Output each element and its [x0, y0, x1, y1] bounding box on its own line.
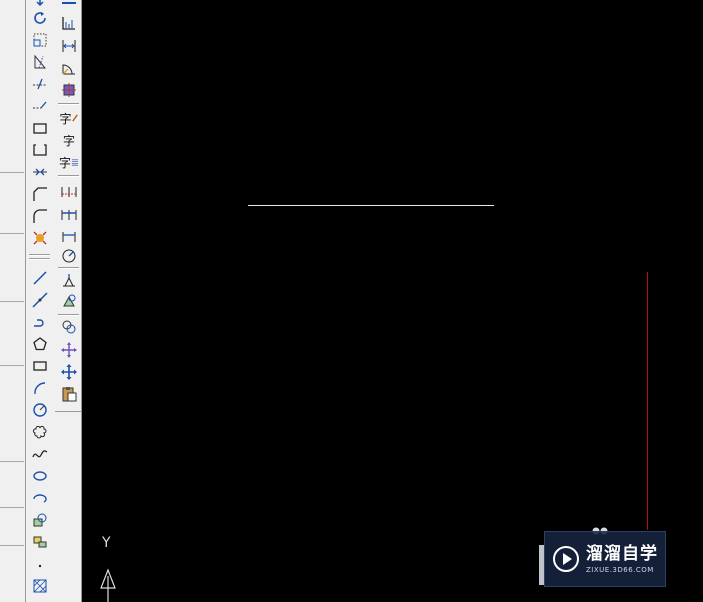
rectangle-icon[interactable] [29, 356, 51, 376]
arc-length-icon[interactable] [58, 59, 80, 79]
dimension-edit-icon[interactable] [58, 270, 80, 290]
aligned-dimension-icon[interactable] [58, 36, 80, 56]
ordinate-dimension-icon[interactable] [58, 13, 80, 33]
trim-icon[interactable] [29, 74, 51, 94]
polyline-icon[interactable] [29, 312, 51, 332]
copy-icon[interactable] [58, 317, 80, 337]
watermark-text: 溜溜自学 ZIXUE.3D66.COM [586, 544, 658, 574]
modify-draw-toolbar [26, 0, 56, 602]
dimension-update-icon[interactable] [58, 291, 80, 311]
chamfer-icon[interactable] [29, 184, 51, 204]
line-icon[interactable] [29, 268, 51, 288]
panel-divider [0, 461, 24, 462]
construction-line-icon[interactable] [29, 290, 51, 310]
watermark-badge: 溜溜自学 ZIXUE.3D66.COM [544, 531, 666, 587]
text-glyph: 字 [62, 133, 75, 148]
panel-divider [0, 301, 24, 302]
panel-divider [0, 233, 24, 234]
dimension-toolbar: 字 字 字 [55, 0, 82, 412]
break-at-point-icon[interactable] [29, 118, 51, 138]
watermark-title: 溜溜自学 [586, 544, 658, 564]
fillet-icon[interactable] [29, 206, 51, 226]
ucs-icon [100, 568, 116, 602]
spline-icon[interactable] [29, 444, 51, 464]
panel-divider [0, 507, 24, 508]
toolbar-separator [58, 103, 79, 105]
revision-cloud-icon[interactable] [29, 422, 51, 442]
linear-dimension-icon[interactable] [58, 0, 80, 10]
radius-dimension-icon[interactable] [58, 246, 80, 266]
toolbar-separator [29, 254, 50, 256]
paste-icon[interactable] [58, 384, 80, 404]
text-style-icon[interactable]: 字 [58, 130, 80, 150]
continue-dimension-icon[interactable] [58, 204, 80, 224]
ellipse-arc-icon[interactable] [29, 488, 51, 508]
rotate-icon[interactable] [29, 8, 51, 28]
drawn-line[interactable] [248, 205, 494, 206]
play-logo-icon [553, 546, 579, 572]
text-edit-icon[interactable]: 字 [58, 108, 80, 128]
ellipse-icon[interactable] [29, 466, 51, 486]
multiline-text-icon[interactable]: 字 [58, 152, 80, 172]
make-block-icon[interactable] [29, 532, 51, 552]
left-side-panel [0, 0, 26, 602]
panel-divider [0, 365, 24, 366]
toolbar-separator [58, 314, 79, 316]
pan-icon[interactable] [58, 362, 80, 382]
panel-divider [0, 545, 24, 546]
extend-icon[interactable] [29, 96, 51, 116]
move-arrows-icon[interactable] [58, 340, 80, 360]
break-icon[interactable] [29, 140, 51, 160]
stretch-icon[interactable] [29, 52, 51, 72]
polygon-icon[interactable] [29, 334, 51, 354]
hatch-icon[interactable] [29, 576, 51, 596]
center-mark-icon[interactable] [58, 80, 80, 100]
baseline-dimension-icon[interactable] [58, 181, 80, 201]
toolbar-separator [29, 258, 50, 260]
join-icon[interactable] [29, 162, 51, 182]
scale-icon[interactable] [29, 30, 51, 50]
ucs-y-label: Y [102, 535, 111, 551]
point-icon[interactable] [29, 554, 51, 574]
circle-icon[interactable] [29, 400, 51, 420]
panel-divider [0, 172, 24, 173]
toolbar-separator [58, 175, 79, 177]
arc-icon[interactable] [29, 378, 51, 398]
toolbar-filler [55, 412, 82, 602]
text-glyph: 字 [58, 155, 71, 170]
quick-dimension-icon[interactable] [58, 226, 80, 246]
red-drawn-line[interactable] [647, 272, 648, 530]
explode-icon[interactable] [29, 228, 51, 248]
watermark-url: ZIXUE.3D66.COM [586, 566, 654, 574]
drawing-canvas[interactable] [83, 0, 703, 602]
insert-block-icon[interactable] [29, 510, 51, 530]
toolbar-separator [58, 267, 79, 269]
